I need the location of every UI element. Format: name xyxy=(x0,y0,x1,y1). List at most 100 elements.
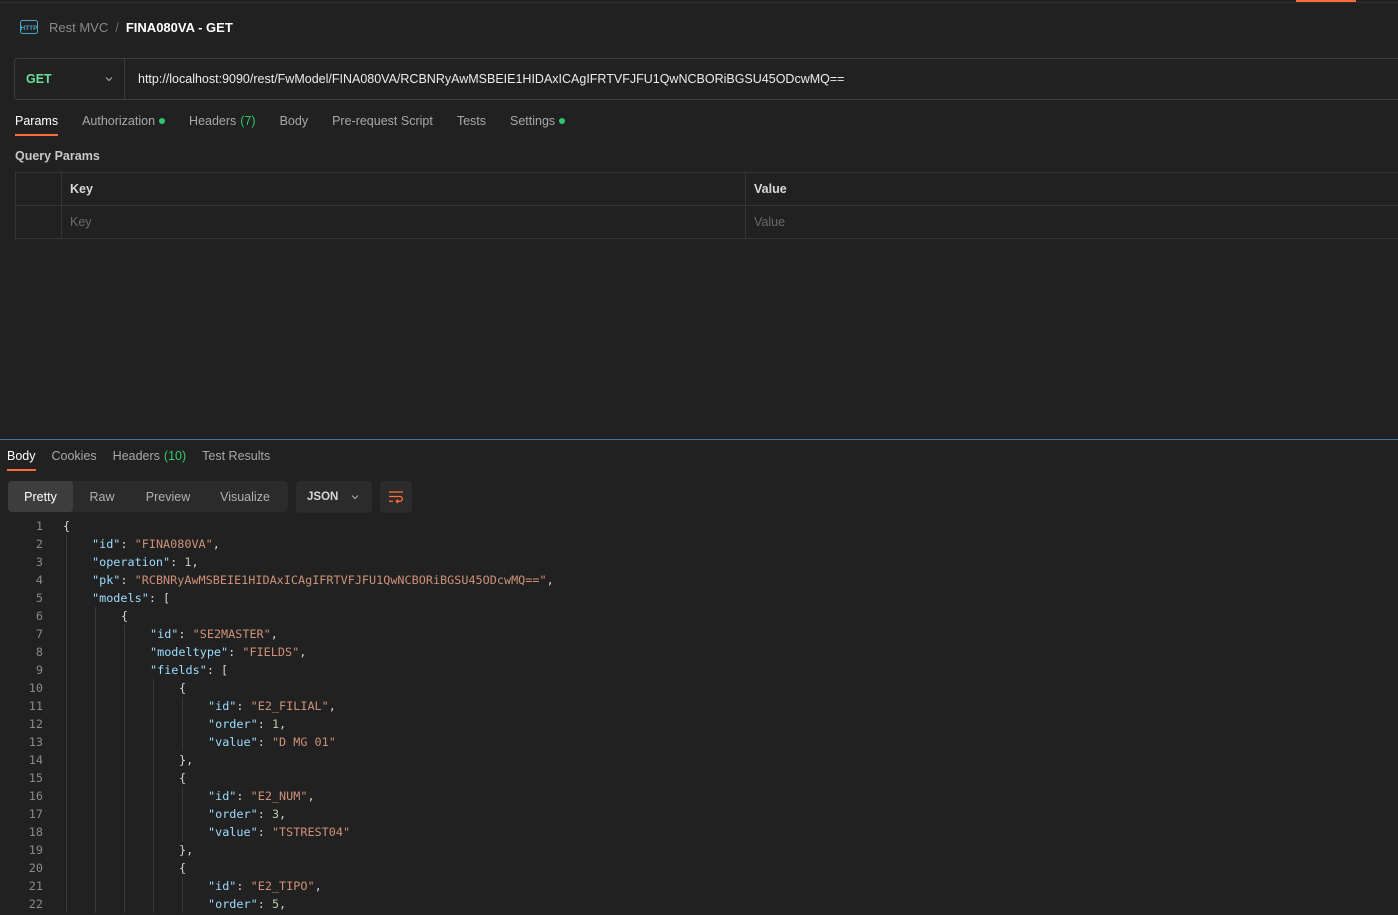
tab-test-results[interactable]: Test Results xyxy=(202,449,270,471)
json-punctuation: , xyxy=(279,807,287,821)
line-number: 8 xyxy=(35,645,43,659)
json-key: "fields" xyxy=(150,663,207,677)
json-key: "id" xyxy=(208,789,237,803)
line-number: 20 xyxy=(28,861,43,875)
param-value-input[interactable]: Value xyxy=(746,206,1398,238)
breadcrumb-collection[interactable]: Rest MVC xyxy=(49,20,108,35)
code-line: 19}, xyxy=(0,841,1398,859)
json-punctuation: { xyxy=(121,609,129,623)
code-text: "id": "E2_NUM", xyxy=(208,787,315,805)
json-punctuation: : [ xyxy=(148,591,171,605)
tab-response-body[interactable]: Body xyxy=(7,449,36,471)
tab-authorization[interactable]: Authorization xyxy=(82,114,166,136)
query-params-table: Key Value Key Value xyxy=(15,172,1398,239)
mode-raw[interactable]: Raw xyxy=(73,481,131,512)
code-text: "operation": 1, xyxy=(92,553,199,571)
json-key: "order" xyxy=(208,807,258,821)
tab-headers-label: Headers xyxy=(189,114,237,128)
tab-pre-request-script[interactable]: Pre-request Script xyxy=(332,114,433,136)
line-number: 2 xyxy=(35,537,43,551)
json-string: "E2_TIPO" xyxy=(250,879,315,893)
tab-settings[interactable]: Settings xyxy=(510,114,566,136)
tab-test-results-label: Test Results xyxy=(202,449,271,463)
line-number: 18 xyxy=(28,825,43,839)
param-key-input[interactable]: Key xyxy=(62,206,746,238)
json-punctuation: , xyxy=(299,645,307,659)
json-punctuation: : xyxy=(236,789,251,803)
tab-settings-label: Settings xyxy=(510,114,556,128)
tab-response-headers-count: (10) xyxy=(163,449,187,463)
json-key: "value" xyxy=(208,735,258,749)
line-number: 12 xyxy=(28,717,43,731)
tab-response-headers[interactable]: Headers (10) xyxy=(113,449,186,471)
status-dot xyxy=(559,118,566,124)
json-string: "FIELDS" xyxy=(242,645,300,659)
code-line: 10 { xyxy=(0,679,1398,697)
code-text: "models": [ xyxy=(92,589,170,607)
code-line: 6{ xyxy=(0,607,1398,625)
response-body-code[interactable]: 1{2 "id": "FINA080VA", 3 "operation": 1, 4 "p… xyxy=(0,517,1398,913)
code-line: 12 "order": 1, xyxy=(0,715,1398,733)
json-string: "RCBNRyAwMSBEIE1HIDAxICAgIFRTVFJFU1QwNCB… xyxy=(134,573,547,587)
json-punctuation: , xyxy=(191,555,199,569)
request-name[interactable]: FINA080VA - GET xyxy=(126,20,233,35)
line-number: 6 xyxy=(35,609,43,623)
indent-guide xyxy=(182,787,183,841)
json-punctuation: : xyxy=(236,879,251,893)
tab-params[interactable]: Params xyxy=(15,114,59,136)
tab-body[interactable]: Body xyxy=(280,114,309,136)
mode-visualize[interactable]: Visualize xyxy=(205,481,285,512)
row-checkbox-cell[interactable] xyxy=(16,206,62,238)
json-punctuation: , xyxy=(212,537,220,551)
url-input[interactable] xyxy=(125,59,1398,99)
code-line: 18 "value": "TSTREST04" xyxy=(0,823,1398,841)
json-punctuation: }, xyxy=(179,753,194,767)
code-text: { xyxy=(179,679,186,697)
json-punctuation: { xyxy=(179,861,187,875)
code-text: "order": 3, xyxy=(208,805,286,823)
table-row: Key Value xyxy=(16,206,1398,239)
code-text: "id": "SE2MASTER", xyxy=(150,625,278,643)
code-text: "id": "FINA080VA", xyxy=(92,535,220,553)
tab-authorization-label: Authorization xyxy=(82,114,156,128)
line-number: 11 xyxy=(28,699,43,713)
json-string: "D MG 01" xyxy=(271,735,336,749)
line-number: 16 xyxy=(28,789,43,803)
wrap-lines-button[interactable] xyxy=(380,481,412,513)
code-line: 9 "fields": [ xyxy=(0,661,1398,679)
code-line: 3 "operation": 1, xyxy=(0,553,1398,571)
line-number: 15 xyxy=(28,771,43,785)
json-punctuation: , xyxy=(328,699,336,713)
indent-guide xyxy=(182,697,183,751)
mode-pretty[interactable]: Pretty xyxy=(8,481,73,512)
code-text: "id": "E2_FILIAL", xyxy=(208,697,336,715)
code-line: 17 "order": 3, xyxy=(0,805,1398,823)
format-select[interactable]: JSON xyxy=(296,481,372,513)
status-dot xyxy=(159,118,166,124)
tab-headers[interactable]: Headers (7) xyxy=(189,114,256,136)
tab-cookies[interactable]: Cookies xyxy=(52,449,97,471)
line-number: 10 xyxy=(28,681,43,695)
json-number: 3 xyxy=(271,807,280,821)
pane-divider[interactable] xyxy=(0,439,1398,440)
code-text: { xyxy=(179,859,186,877)
line-number: 5 xyxy=(35,591,43,605)
code-line: 16 "id": "E2_NUM", xyxy=(0,787,1398,805)
mode-preview[interactable]: Preview xyxy=(131,481,205,512)
line-number: 22 xyxy=(28,897,43,911)
code-line: 1{ xyxy=(0,517,1398,535)
code-line: 5 "models": [ xyxy=(0,589,1398,607)
method-select[interactable]: GET xyxy=(15,59,125,99)
tab-headers-count: (7) xyxy=(240,114,256,128)
indent-guide xyxy=(95,607,96,913)
indent-guide xyxy=(182,877,183,913)
json-key: "models" xyxy=(92,591,149,605)
code-text: { xyxy=(179,769,186,787)
tab-response-body-label: Body xyxy=(7,449,36,463)
http-request-icon: HTTP xyxy=(20,20,38,34)
tab-tests[interactable]: Tests xyxy=(457,114,486,136)
indent-guide xyxy=(66,535,67,913)
tab-body-label: Body xyxy=(279,114,309,128)
json-punctuation: }, xyxy=(179,843,194,857)
json-key: "id" xyxy=(208,879,237,893)
